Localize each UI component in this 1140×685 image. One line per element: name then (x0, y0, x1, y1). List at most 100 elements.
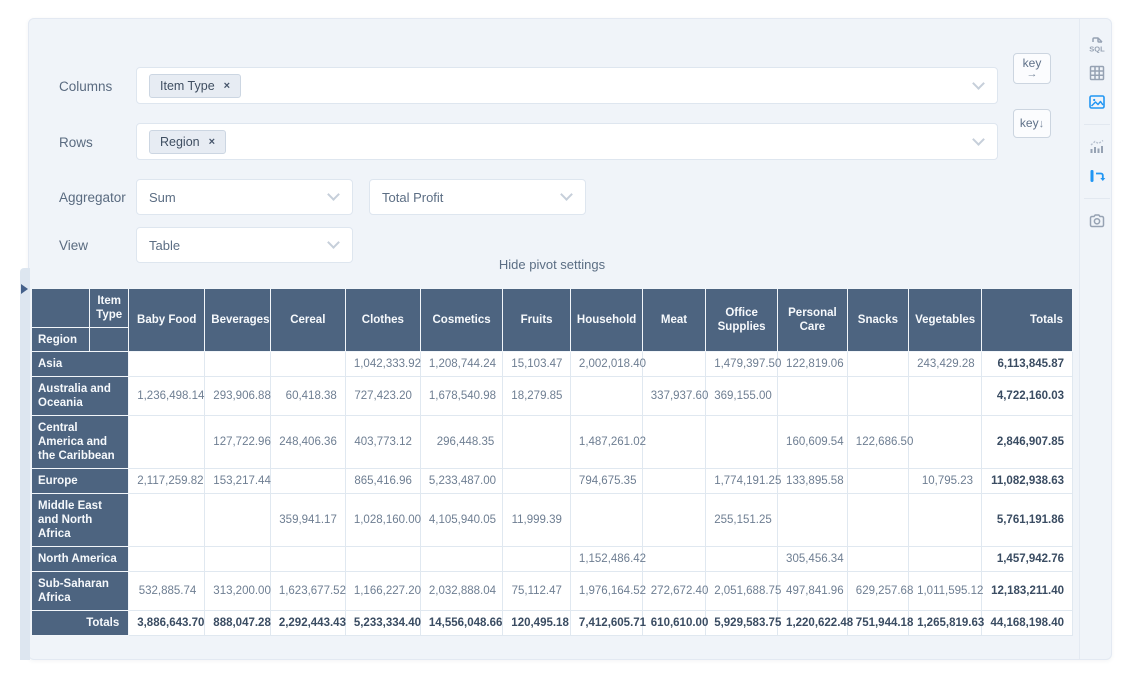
arrow-down-icon: ↓ (1039, 118, 1045, 130)
toolbar-separator (1084, 198, 1110, 199)
value-cell: 1,774,191.25 (706, 469, 778, 494)
chevron-down-icon (560, 188, 573, 201)
value-cell (642, 469, 705, 494)
value-cell: 293,906.88 (205, 377, 271, 416)
remove-icon[interactable]: × (224, 80, 230, 92)
value-cell: 1,152,486.42 (570, 547, 642, 572)
value-cell: 313,200.00 (205, 572, 271, 611)
value-cell: 2,117,259.82 (129, 469, 205, 494)
row-total-cell: 4,722,160.03 (982, 377, 1073, 416)
col-total-cell: 888,047.28 (205, 611, 271, 636)
value-cell (503, 416, 571, 469)
settings-collapse-handle[interactable] (20, 268, 30, 660)
col-total-cell: 120,495.18 (503, 611, 571, 636)
value-cell (270, 469, 345, 494)
columns-label: Columns (59, 79, 112, 94)
chip-item-type-label: Item Type (160, 79, 215, 93)
value-cell: 403,773.12 (345, 416, 420, 469)
value-cell: 248,406.36 (270, 416, 345, 469)
value-cell: 1,479,397.50 (706, 352, 778, 377)
row-header: Australia and Oceania (32, 377, 129, 416)
image-view-icon[interactable] (1086, 91, 1108, 113)
value-cell: 60,418.38 (270, 377, 345, 416)
col-total-cell: 751,944.18 (847, 611, 908, 636)
value-cell: 359,941.17 (270, 494, 345, 547)
col-total-cell: 14,556,048.66 (420, 611, 502, 636)
right-toolbar: SQL (1080, 33, 1113, 232)
aggregator-field-select[interactable]: Total Profit (369, 179, 586, 215)
value-cell (909, 416, 982, 469)
chevron-down-icon (972, 133, 985, 146)
chevron-down-icon (327, 236, 340, 249)
table-view-icon[interactable] (1086, 62, 1108, 84)
sql-icon[interactable]: SQL (1086, 33, 1108, 55)
value-cell: 1,011,595.12 (909, 572, 982, 611)
view-value: Table (149, 238, 180, 253)
col-total-cell: 1,265,819.63 (909, 611, 982, 636)
value-cell: 1,623,677.52 (270, 572, 345, 611)
rows-dropzone[interactable]: Region × (136, 123, 998, 160)
pivot-view-icon[interactable] (1086, 165, 1108, 187)
col-header: Personal Care (778, 289, 848, 352)
col-total-cell: 5,233,334.40 (345, 611, 420, 636)
chip-item-type[interactable]: Item Type × (149, 74, 241, 98)
chart-view-icon[interactable] (1086, 136, 1108, 158)
pivot-table: Item TypeBaby FoodBeveragesCerealClothes… (31, 288, 1073, 636)
svg-text:SQL: SQL (1089, 45, 1105, 54)
chevron-down-icon (327, 188, 340, 201)
table-row: Europe2,117,259.82153,217.44865,416.965,… (32, 469, 1073, 494)
col-total-cell: 2,292,443.43 (270, 611, 345, 636)
value-cell (129, 352, 205, 377)
columns-dropzone[interactable]: Item Type × (136, 67, 998, 104)
value-cell (778, 494, 848, 547)
remove-icon[interactable]: × (209, 136, 215, 148)
value-cell: 1,042,333.92 (345, 352, 420, 377)
value-cell: 532,885.74 (129, 572, 205, 611)
row-header: North America (32, 547, 129, 572)
aggregator-label: Aggregator (59, 190, 126, 205)
value-cell: 4,105,940.05 (420, 494, 502, 547)
table-row: North America1,152,486.42305,456.341,457… (32, 547, 1073, 572)
value-cell: 255,151.25 (706, 494, 778, 547)
screenshot-camera-icon[interactable] (1086, 210, 1108, 232)
value-cell (847, 494, 908, 547)
value-cell: 1,166,227.20 (345, 572, 420, 611)
arrow-right-icon: → (1014, 69, 1050, 80)
columns-sort-key-button[interactable]: key → (1013, 53, 1051, 84)
chip-region[interactable]: Region × (149, 130, 226, 154)
col-header: Baby Food (129, 289, 205, 352)
value-cell: 1,487,261.02 (570, 416, 642, 469)
aggregator-field-value: Total Profit (382, 190, 443, 205)
aggregator-select[interactable]: Sum (136, 179, 353, 215)
hide-pivot-settings-link[interactable]: Hide pivot settings (31, 257, 1073, 272)
col-header: Office Supplies (706, 289, 778, 352)
table-row: Sub-Saharan Africa532,885.74313,200.001,… (32, 572, 1073, 611)
row-total-cell: 11,082,938.63 (982, 469, 1073, 494)
totals-row: Totals3,886,643.70888,047.282,292,443.43… (32, 611, 1073, 636)
value-cell: 2,002,018.40 (570, 352, 642, 377)
value-cell: 337,937.60 (642, 377, 705, 416)
value-cell (847, 352, 908, 377)
row-attr-header: Region (32, 328, 90, 352)
value-cell (270, 547, 345, 572)
value-cell (129, 416, 205, 469)
value-cell: 272,672.40 (642, 572, 705, 611)
totals-row-header: Totals (32, 611, 129, 636)
col-header: Vegetables (909, 289, 982, 352)
row-header: Europe (32, 469, 129, 494)
value-cell (706, 416, 778, 469)
rows-sort-key-button[interactable]: key↓ (1013, 109, 1051, 138)
col-total-cell: 7,412,605.71 (570, 611, 642, 636)
table-row: Australia and Oceania1,236,498.14293,906… (32, 377, 1073, 416)
value-cell: 1,976,164.52 (570, 572, 642, 611)
row-total-cell: 5,761,191.86 (982, 494, 1073, 547)
value-cell: 497,841.96 (778, 572, 848, 611)
col-total-cell: 610,610.00 (642, 611, 705, 636)
value-cell (129, 547, 205, 572)
col-header: Snacks (847, 289, 908, 352)
rows-label: Rows (59, 135, 93, 150)
value-cell (503, 469, 571, 494)
value-cell: 18,279.85 (503, 377, 571, 416)
value-cell (205, 352, 271, 377)
value-cell: 133,895.58 (778, 469, 848, 494)
